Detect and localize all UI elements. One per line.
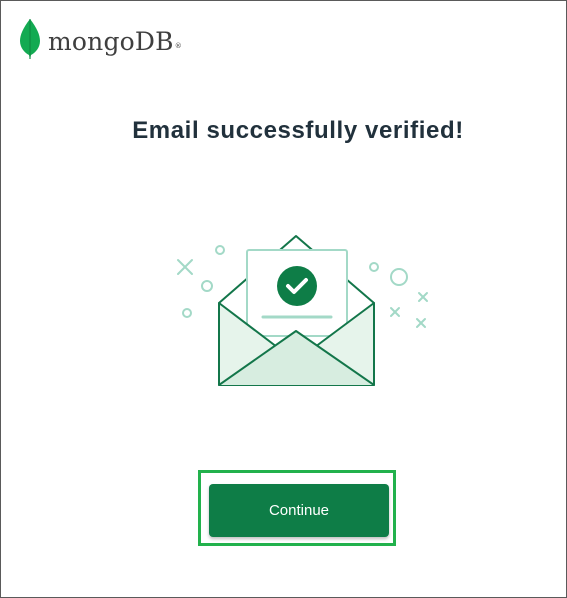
continue-button[interactable]: Continue	[209, 484, 389, 537]
leaf-icon	[20, 18, 40, 59]
envelope-with-check-icon	[177, 235, 428, 386]
logo-wordmark: mongoDB	[48, 26, 174, 56]
continue-button-highlight: Continue	[198, 470, 396, 546]
page-title: Email successfully verified!	[132, 117, 464, 144]
email-verified-window: mongoDB ® Email successfully verified! C…	[0, 0, 567, 598]
registered-mark: ®	[174, 42, 182, 50]
mongodb-logo: mongoDB ®	[18, 18, 182, 60]
